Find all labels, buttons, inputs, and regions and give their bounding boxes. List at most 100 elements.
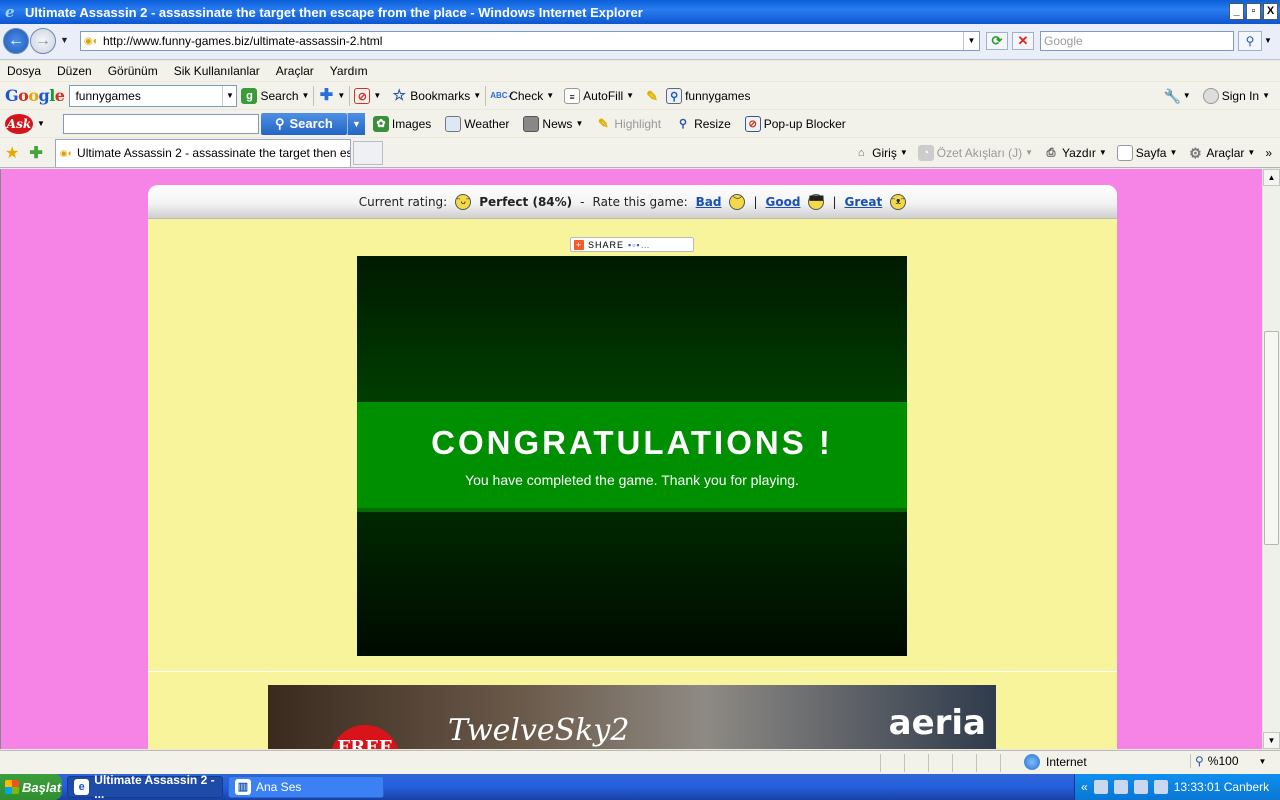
bookmarks-button[interactable]: ☆ Bookmarks ▼: [391, 87, 482, 104]
social-icons: ▪▫▪…: [628, 239, 651, 250]
chevron-down-icon: ▼: [301, 91, 310, 100]
resize-button[interactable]: ⚲ Resize: [675, 116, 731, 132]
game-canvas[interactable]: CONGRATULATIONS ! You have completed the…: [357, 256, 907, 656]
share-plus-icon: +: [574, 239, 584, 250]
add-button[interactable]: ✚ ▼: [318, 87, 346, 104]
security-zone[interactable]: Internet: [1024, 754, 1087, 770]
cool-face-icon: ▀▀: [808, 193, 825, 210]
resize-label: Resize: [694, 116, 731, 131]
ask-search-input[interactable]: [62, 113, 259, 134]
back-button[interactable]: ←: [3, 28, 29, 54]
highlight-button[interactable]: ✎ Highlight: [595, 116, 661, 132]
search-button[interactable]: ⚲: [1238, 31, 1262, 51]
sign-in-button[interactable]: Sign In ▼: [1202, 87, 1270, 104]
menu-tools[interactable]: Araçlar: [276, 64, 314, 78]
ask-search-button[interactable]: ⚲ Search: [260, 112, 347, 135]
news-button[interactable]: News ▼: [523, 115, 583, 132]
form-icon: ≡: [564, 87, 581, 104]
settings-button[interactable]: 🔧 ▼: [1164, 88, 1191, 104]
arrow-left-icon: ←: [8, 32, 24, 49]
maximize-button[interactable]: ▫: [1246, 3, 1261, 20]
page-button[interactable]: Sayfa ▼: [1116, 144, 1178, 161]
history-dropdown[interactable]: ▼: [60, 35, 69, 45]
bookmarks-label: Bookmarks: [410, 88, 471, 103]
arrow-right-icon: →: [35, 32, 51, 49]
weather-label: Weather: [464, 116, 510, 131]
highlighter-icon: ✎: [597, 115, 609, 131]
congratulations-message: You have completed the game. Thank you f…: [465, 472, 799, 488]
window-title: Ultimate Assassin 2 - assassinate the ta…: [25, 4, 643, 20]
tray-expand-icon[interactable]: «: [1081, 780, 1088, 794]
chevron-down-icon: ▼: [1169, 148, 1178, 157]
page-viewport[interactable]: Current rating: ᵔᴗᵔ Perfect (84%) - Rate…: [0, 169, 1262, 749]
weather-button[interactable]: Weather: [445, 115, 510, 132]
marker-icon: ✎: [646, 87, 658, 104]
google-search-button[interactable]: g Search ▼: [241, 87, 310, 104]
scroll-down-button[interactable]: ▼: [1263, 732, 1280, 749]
stop-button[interactable]: ✕: [1012, 32, 1034, 50]
search-provider-dropdown[interactable]: ▼: [1264, 36, 1272, 45]
menu-file[interactable]: Dosya: [7, 64, 41, 78]
forward-button[interactable]: →: [30, 28, 56, 54]
search-term-button[interactable]: ⚲ funnygames: [666, 87, 750, 104]
zoom-level: %100: [1207, 754, 1239, 768]
ask-search-dropdown[interactable]: ▼: [346, 112, 365, 135]
rating-separator: |: [832, 194, 837, 209]
images-label: Images: [391, 116, 432, 131]
start-button[interactable]: Başlat: [0, 774, 62, 800]
autofill-button[interactable]: ≡ AutoFill ▼: [564, 87, 634, 104]
search-input[interactable]: Google: [1040, 31, 1234, 51]
zoom-control[interactable]: ⚲ %100 ▼: [1190, 754, 1266, 768]
scroll-up-button[interactable]: ▲: [1263, 169, 1280, 186]
network-icon[interactable]: [1093, 780, 1108, 794]
tools-button[interactable]: ⚙ Araçlar ▼: [1187, 145, 1255, 161]
home-button[interactable]: ⌂ Giriş ▼: [853, 145, 908, 161]
menu-edit[interactable]: Düzen: [57, 64, 92, 78]
menu-favorites[interactable]: Sik Kullanılanlar: [174, 64, 260, 78]
google-query-input[interactable]: funnygames ▼: [69, 84, 238, 107]
popup-blocker-button[interactable]: ⊘ ▼: [354, 87, 381, 104]
highlight-button[interactable]: ✎: [644, 88, 660, 104]
volume-icon[interactable]: [1153, 780, 1168, 794]
tab-active[interactable]: ◉◐ Ultimate Assassin 2 - assassinate the…: [54, 138, 351, 167]
spellcheck-icon: ABC✓: [490, 90, 515, 100]
magnifier-icon: ⚲: [666, 87, 683, 104]
share-button[interactable]: + SHARE ▪▫▪…: [570, 237, 694, 252]
taskbar-item-browser[interactable]: e Ultimate Assassin 2 - ...: [67, 773, 223, 800]
popup-blocker-ask-button[interactable]: ⊘ Pop-up Blocker: [744, 115, 846, 132]
url-dropdown[interactable]: ▼: [963, 32, 979, 50]
taskbar-item-volume[interactable]: ▥ Ana Ses: [228, 776, 384, 798]
spellcheck-button[interactable]: ABC✓ Check ▼: [490, 88, 554, 104]
google-g-icon: g: [241, 87, 258, 104]
start-label: Başlat: [22, 779, 62, 795]
rate-great-link[interactable]: Great: [845, 195, 883, 209]
chevron-more-icon[interactable]: »: [1265, 146, 1272, 160]
menu-view[interactable]: Görünüm: [108, 64, 158, 78]
menu-help[interactable]: Yardım: [330, 64, 368, 78]
add-favorite-icon[interactable]: ✚: [29, 143, 42, 163]
rate-good-link[interactable]: Good: [766, 195, 801, 209]
address-bar: ← → ▼ ◉◐ http://www.funny-games.biz/ulti…: [0, 24, 1280, 60]
new-tab-button[interactable]: [352, 140, 383, 165]
tray-app-icon[interactable]: [1113, 780, 1128, 794]
feeds-button[interactable]: ◔ Özet Akışları (J) ▼: [917, 144, 1033, 161]
ad-banner[interactable]: FREE TwelveSky2 aeria: [268, 685, 996, 749]
print-button[interactable]: ⎙ Yazdır ▼: [1043, 145, 1107, 161]
url-input[interactable]: ◉◐ http://www.funny-games.biz/ultimate-a…: [80, 31, 980, 51]
current-rating-label: Current rating:: [358, 194, 448, 209]
scroll-thumb[interactable]: [1264, 331, 1279, 545]
vertical-scrollbar[interactable]: ▲ ▼: [1262, 169, 1280, 749]
images-button[interactable]: ✿ Images: [372, 115, 432, 132]
google-query-dropdown[interactable]: ▼: [222, 85, 236, 106]
sign-in-label: Sign In: [1221, 88, 1260, 103]
minimize-button[interactable]: _: [1229, 3, 1244, 20]
ask-logo-icon[interactable]: Ask: [5, 113, 33, 134]
close-button[interactable]: X: [1263, 3, 1278, 20]
ie-logo-icon: e: [5, 3, 15, 21]
chevron-down-icon[interactable]: ▼: [37, 119, 45, 128]
favorites-star-icon[interactable]: ★: [5, 143, 19, 163]
rate-bad-link[interactable]: Bad: [696, 195, 722, 209]
check-label: Check: [509, 88, 544, 103]
refresh-button[interactable]: ⟳: [986, 32, 1008, 50]
printer-tray-icon[interactable]: [1133, 780, 1148, 794]
